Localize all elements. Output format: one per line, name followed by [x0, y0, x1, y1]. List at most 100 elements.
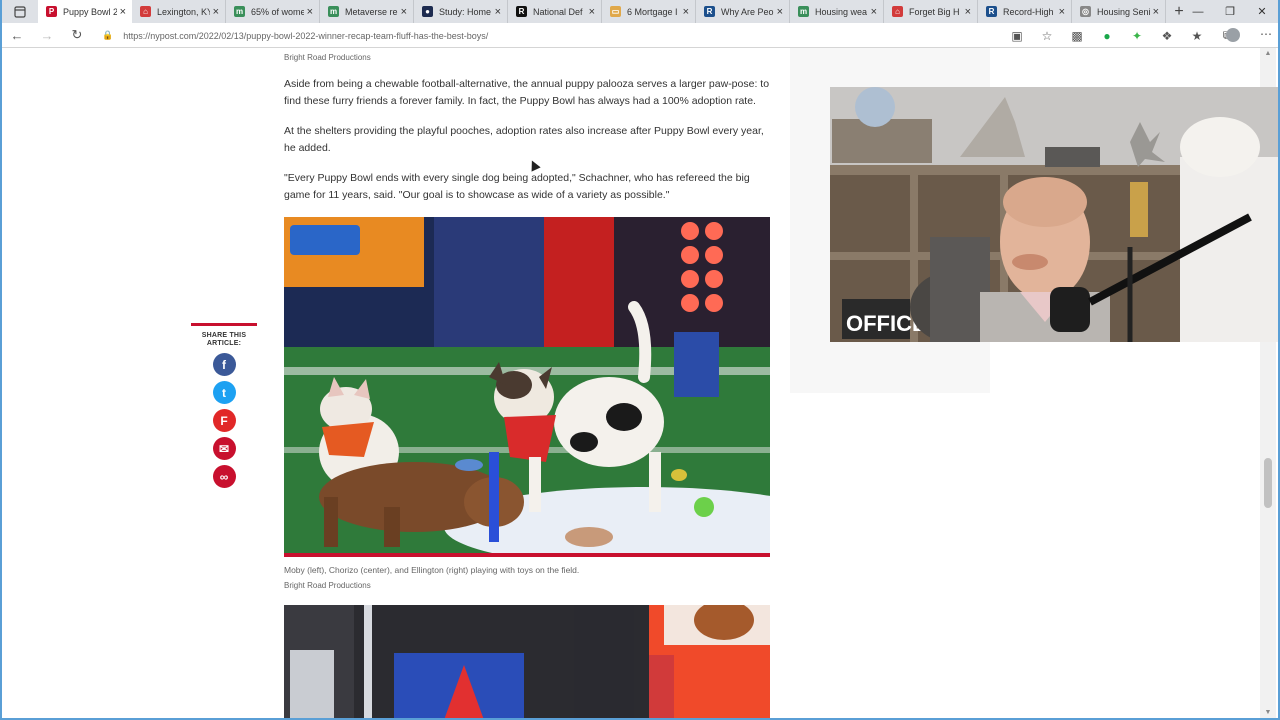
window-controls: — ❐ ✕	[1182, 0, 1278, 23]
tab-close-icon[interactable]: ×	[1059, 6, 1065, 18]
refresh-icon: ↻	[71, 27, 83, 42]
flipboard-icon[interactable]: F	[212, 409, 236, 432]
tab-label: National Def	[533, 6, 583, 17]
browser-tab[interactable]: ⌂ Lexington, KY ×	[132, 0, 226, 23]
tab-favicon-icon: P	[46, 6, 57, 17]
facebook-icon[interactable]: f	[212, 353, 236, 376]
tab-actions-menu[interactable]	[2, 0, 38, 23]
image-credit-top: Bright Road Productions	[284, 53, 371, 62]
share-rail: SHARE THIS ARTICLE: f t F ✉ ∞	[191, 323, 257, 488]
profile-avatar[interactable]	[1226, 28, 1240, 42]
tab-favicon-icon: ⌂	[140, 6, 151, 17]
tab-actions-icon	[14, 5, 26, 18]
tab-close-icon[interactable]: ×	[589, 6, 595, 18]
browser-tab[interactable]: m Metaverse re ×	[320, 0, 414, 23]
forward-arrow-icon: →	[40, 27, 54, 43]
tab-label: Study: Home	[439, 6, 492, 17]
tab-close-icon[interactable]: ×	[1153, 6, 1159, 18]
article-paragraph: At the shelters providing the playful po…	[284, 125, 764, 154]
second-article-photo[interactable]	[284, 605, 770, 718]
tab-list: P Puppy Bowl 2 × ⌂ Lexington, KY × m 65% of wom…	[38, 0, 1166, 23]
scroll-thumb[interactable]	[1264, 458, 1272, 508]
browser-tab[interactable]: m Housing wea ×	[790, 0, 884, 23]
tab-label: Housing wea	[815, 6, 868, 17]
tab-close-icon[interactable]: ×	[120, 6, 126, 18]
tab-label: Housing Seni	[1097, 6, 1150, 17]
puppy-photo-graphic	[284, 217, 770, 557]
tab-close-icon[interactable]: ×	[495, 6, 501, 18]
browser-tab[interactable]: R Why Are Peo ×	[696, 0, 790, 23]
article-paragraph: Aside from being a chewable football-alt…	[284, 78, 770, 107]
browser-tab[interactable]: R Record-High ×	[978, 0, 1072, 23]
favorites-icon[interactable]: ★	[1182, 29, 1212, 43]
photo-caption: Moby (left), Chorizo (center), and Ellin…	[284, 565, 580, 575]
browser-tab[interactable]: P Puppy Bowl 2 ×	[38, 0, 132, 23]
puppy-bowl-photo[interactable]	[284, 217, 770, 557]
twitter-icon[interactable]: t	[212, 381, 236, 404]
tab-close-icon[interactable]: ×	[401, 6, 407, 18]
back-button[interactable]: ←	[2, 23, 32, 48]
webcam-overlay: OFFICE	[830, 87, 1278, 342]
tab-favicon-icon: R	[516, 6, 527, 17]
close-window-button[interactable]: ✕	[1246, 0, 1278, 23]
restore-button[interactable]: ❐	[1214, 0, 1246, 23]
refresh-button[interactable]: ↻	[62, 23, 92, 48]
tab-close-icon[interactable]: ×	[213, 6, 219, 18]
article-paragraph: "Every Puppy Bowl ends with every single…	[284, 172, 750, 201]
second-photo-graphic	[284, 605, 770, 718]
tab-close-icon[interactable]: ×	[871, 6, 877, 18]
browser-window: P Puppy Bowl 2 × ⌂ Lexington, KY × m 65% of wom…	[0, 0, 1280, 720]
extensions-puzzle-icon[interactable]: ❖	[1152, 29, 1182, 43]
tab-label: 6 Mortgage I	[627, 6, 678, 17]
tab-favicon-icon: m	[798, 6, 809, 17]
tab-favicon-icon: m	[328, 6, 339, 17]
lock-icon: 🔒	[102, 30, 114, 40]
tab-close-icon[interactable]: ×	[777, 6, 783, 18]
browser-tab[interactable]: ◎ Housing Seni ×	[1072, 0, 1166, 23]
browser-tab[interactable]: R National Def ×	[508, 0, 602, 23]
tab-favicon-icon: ●	[422, 6, 433, 17]
tab-close-icon[interactable]: ×	[683, 6, 689, 18]
tab-favicon-icon: R	[704, 6, 715, 17]
tab-label: Forget Big H	[909, 6, 960, 17]
forward-button[interactable]: →	[32, 23, 62, 48]
address-bar[interactable]: 🔒 https://nypost.com/2022/02/13/puppy-bo…	[102, 25, 982, 46]
toolbar-icons: ▣ ☆ ▩ ● ✦ ❖ ★ ⧉	[1002, 23, 1242, 48]
scroll-up-icon[interactable]: ▲	[1260, 50, 1276, 57]
tab-label: Why Are Peo	[721, 6, 774, 17]
more-menu-icon[interactable]: ⋯	[1260, 27, 1272, 41]
url-text: https://nypost.com/2022/02/13/puppy-bowl…	[123, 30, 489, 41]
extension-green-icon[interactable]: ●	[1092, 29, 1122, 43]
tab-favicon-icon: ◎	[1080, 6, 1091, 17]
tab-label: Lexington, KY	[157, 6, 210, 17]
extension-leaf-icon[interactable]: ✦	[1122, 29, 1152, 43]
photo-credit: Bright Road Productions	[284, 581, 371, 590]
browser-tab[interactable]: ▭ 6 Mortgage I ×	[602, 0, 696, 23]
tab-close-icon[interactable]: ×	[965, 6, 971, 18]
tab-label: Metaverse re	[345, 6, 398, 17]
minimize-button[interactable]: —	[1182, 0, 1214, 23]
scroll-down-icon[interactable]: ▼	[1260, 709, 1276, 716]
favorite-star-icon[interactable]: ☆	[1032, 29, 1062, 43]
tab-strip: P Puppy Bowl 2 × ⌂ Lexington, KY × m 65% of wom…	[2, 0, 1278, 23]
tab-close-icon[interactable]: ×	[307, 6, 313, 18]
tab-label: Record-High	[1003, 6, 1054, 17]
tab-favicon-icon: m	[234, 6, 245, 17]
email-icon[interactable]: ✉	[212, 437, 236, 460]
browser-tab[interactable]: ● Study: Home ×	[414, 0, 508, 23]
share-label: SHARE THIS ARTICLE:	[201, 332, 247, 347]
screenshot-icon[interactable]: ▩	[1062, 29, 1092, 43]
tab-favicon-icon: ▭	[610, 6, 621, 17]
tab-label: 65% of wome	[251, 6, 304, 17]
address-toolbar: ← → ↻ 🔒 https://nypost.com/2022/02/13/pu…	[2, 23, 1278, 48]
webcam-graphic: OFFICE	[830, 87, 1278, 342]
tab-favicon-icon: ⌂	[892, 6, 903, 17]
browser-tab[interactable]: ⌂ Forget Big H ×	[884, 0, 978, 23]
link-icon[interactable]: ∞	[212, 465, 236, 488]
tab-label: Puppy Bowl 2	[63, 6, 117, 17]
tab-favicon-icon: R	[986, 6, 997, 17]
browser-tab[interactable]: m 65% of wome ×	[226, 0, 320, 23]
back-arrow-icon: ←	[10, 27, 24, 43]
reader-mode-icon[interactable]: ▣	[1002, 29, 1032, 43]
share-icons: f t F ✉ ∞	[191, 353, 257, 488]
